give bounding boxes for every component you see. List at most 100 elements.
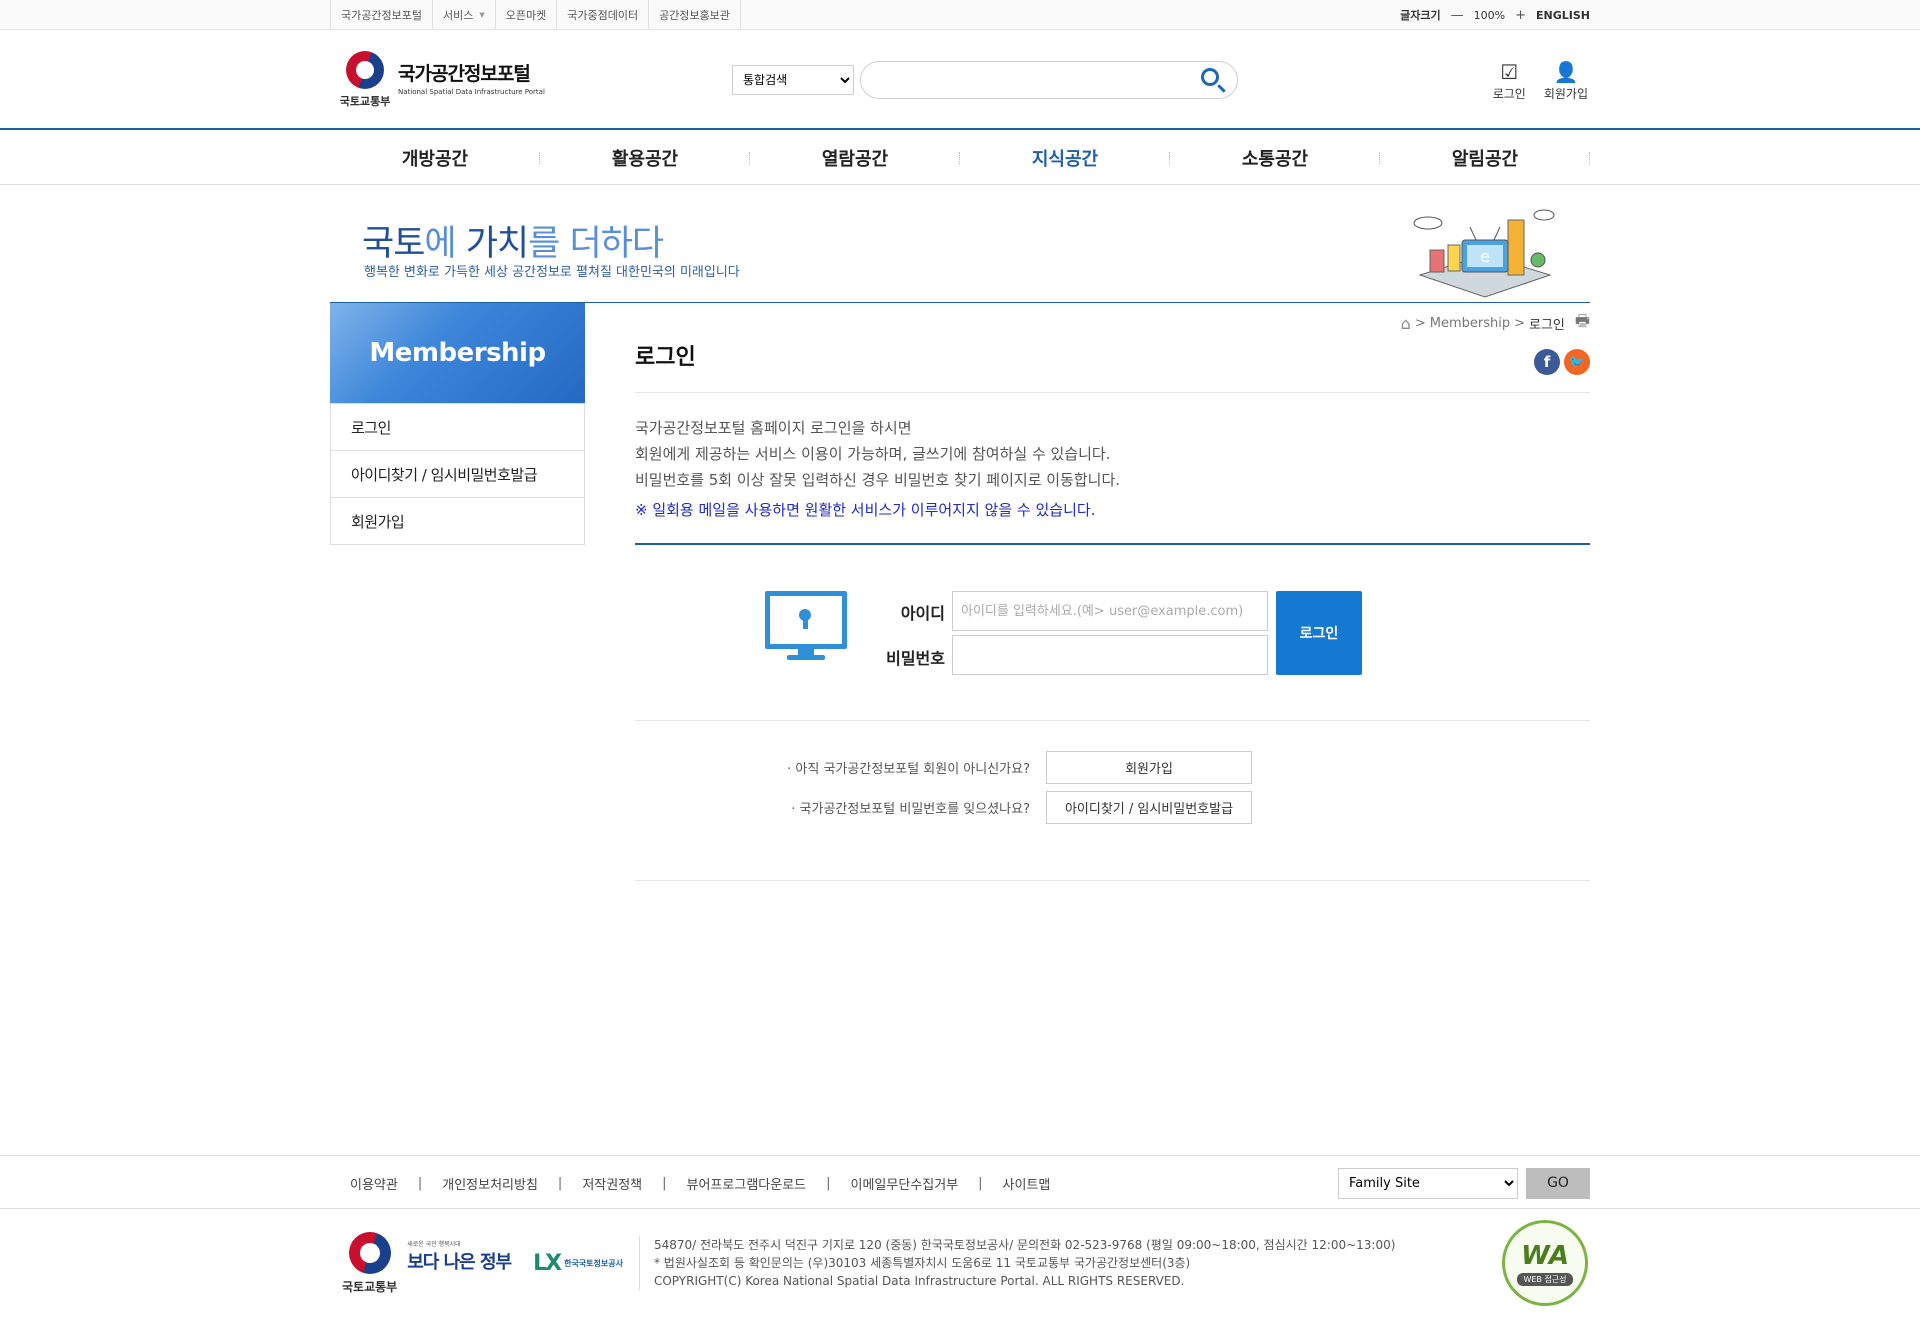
banner-subtitle: 행복한 변화로 가득한 세상 공간정보로 펼쳐질 대한민국의 미래입니다 [364, 265, 740, 280]
taegeuk-icon [346, 51, 384, 89]
side-nav-list: 로그인 아이디찾기 / 임시비밀번호발급 회원가입 [330, 403, 585, 545]
join-link[interactable]: 👤 회원가입 [1544, 59, 1588, 102]
nav-notice-space[interactable]: 알림공간 [1380, 130, 1590, 185]
login-link-label: 로그인 [1492, 86, 1526, 101]
contents: Membership 로그인 아이디찾기 / 임시비밀번호발급 회원가입 ⌂ >… [0, 303, 1920, 881]
share-buttons: f 🐦 [1534, 349, 1590, 375]
header-actions: ☑ 로그인 👤 회원가입 [1493, 59, 1588, 102]
disposable-mail-warning: ※ 일회용 메일을 사용하면 원활한 서비스가 이루어지지 않을 수 있습니다. [635, 501, 1096, 519]
login-form: 아이디 비밀번호 로그인 [635, 545, 1590, 721]
nav-use-space[interactable]: 활용공간 [540, 130, 750, 185]
facebook-icon[interactable]: f [1534, 349, 1560, 375]
search-input[interactable] [875, 62, 1195, 98]
breadcrumb: ⌂ > Membership > 로그인 🖶 [635, 309, 1590, 337]
util-link-service[interactable]: 서비스 ▼ [431, 0, 495, 30]
breadcrumb-current: 로그인 [1529, 317, 1565, 333]
find-account-button[interactable]: 아이디찾기 / 임시비밀번호발급 [1046, 791, 1252, 824]
page-title: 로그인 [635, 345, 696, 370]
footer-link-privacy[interactable]: 개인정보처리방침 [442, 1174, 538, 1193]
search-icon[interactable] [1201, 68, 1227, 94]
visual-banner: 국토에 가치를 더하다 행복한 변화로 가득한 세상 공간정보로 펼쳐질 대한민… [0, 185, 1920, 303]
footer-link-email-policy[interactable]: 이메일무단수집거부 [851, 1174, 959, 1193]
footer-links: 이용약관 | 개인정보처리방침 | 저작권정책 | 뷰어프로그램다운로드 | 이… [350, 1174, 1051, 1193]
main-content: ⌂ > Membership > 로그인 🖶 로그인 f 🐦 국가공간정보포털 … [635, 303, 1590, 881]
font-size-control: 글자크기 — 100% + ENGLISH [1400, 7, 1590, 23]
nav-community-space[interactable]: 소통공간 [1170, 130, 1380, 185]
breadcrumb-sep: > [1414, 315, 1426, 331]
footer-ministry-logo: 국토교통부 [342, 1231, 397, 1295]
side-nav-item-login[interactable]: 로그인 [331, 403, 584, 450]
font-size-decrease-button[interactable]: — [1451, 8, 1464, 23]
login-button[interactable]: 로그인 [1276, 591, 1362, 675]
breadcrumb-sep: > [1514, 315, 1525, 331]
city-illustration-icon: e [1413, 209, 1555, 298]
family-site: Family Site GO [1338, 1167, 1590, 1199]
checkbox-icon: ☑ [1500, 59, 1519, 84]
web-accessibility-mark: WA WEB 접근성 [1502, 1220, 1588, 1306]
footer: 이용약관 | 개인정보처리방침 | 저작권정책 | 뷰어프로그램다운로드 | 이… [0, 1155, 1920, 1317]
footer-links-bar: 이용약관 | 개인정보처리방침 | 저작권정책 | 뷰어프로그램다운로드 | 이… [0, 1155, 1920, 1209]
intro-line: 회원에게 제공하는 서비스 이용이 가능하며, 글쓰기에 참여하실 수 있습니다… [635, 445, 1111, 463]
home-icon[interactable]: ⌂ [1401, 314, 1411, 333]
login-intro: 국가공간정보포털 홈페이지 로그인을 하시면 회원에게 제공하는 서비스 이용이… [635, 393, 1590, 545]
find-help-row: · 국가공간정보포털 비밀번호를 잊으셨나요? 아이디찾기 / 임시비밀번호발급 [760, 791, 1252, 824]
english-link[interactable]: ENGLISH [1536, 9, 1590, 22]
site-subtitle: National Spatial Data Infrastructure Por… [398, 88, 545, 96]
twitter-icon[interactable]: 🐦 [1564, 349, 1590, 375]
util-link-pr[interactable]: 공간정보홍보관 [648, 0, 741, 30]
footer-info: 국토교통부 새로운 국민 행복시대 보다 나은 정부 LX 한국국토정보공사 5… [0, 1209, 1920, 1317]
join-link-label: 회원가입 [1543, 86, 1588, 101]
footer-link-copyright[interactable]: 저작권정책 [582, 1174, 642, 1193]
main-navigation: 개방공간 활용공간 열람공간 지식공간 소통공간 알림공간 [0, 130, 1920, 185]
font-size-label: 글자크기 [1400, 9, 1441, 22]
search-scope-select[interactable]: 통합검색 [732, 65, 854, 95]
side-nav-item-find-account[interactable]: 아이디찾기 / 임시비밀번호발급 [331, 450, 584, 497]
join-help-row: · 아직 국가공간정보포털 회원이 아니신가요? 회원가입 [760, 751, 1252, 784]
family-site-go-button[interactable]: GO [1526, 1167, 1590, 1199]
user-icon: 👤 [1553, 59, 1579, 84]
util-link-service-label: 서비스 [442, 9, 474, 22]
footer-link-sitemap[interactable]: 사이트맵 [1003, 1174, 1051, 1193]
breadcrumb-section[interactable]: Membership [1430, 316, 1510, 331]
id-label: 아이디 [900, 604, 945, 623]
join-question: · 아직 국가공간정보포털 회원이 아니신가요? [787, 762, 1030, 777]
site-title-block: 국가공간정보포털 National Spatial Data Infrastru… [398, 59, 545, 96]
side-nav-item-join[interactable]: 회원가입 [331, 497, 584, 544]
font-size-increase-button[interactable]: + [1515, 8, 1526, 23]
search-box [860, 61, 1238, 99]
ministry-logo: 국토교통부 [339, 51, 391, 109]
account-help: · 아직 국가공간정보포털 회원이 아니신가요? 회원가입 · 국가공간정보포털… [635, 721, 1590, 881]
font-size-value: 100% [1473, 8, 1506, 22]
page-header: 로그인 f 🐦 [635, 337, 1590, 393]
footer-link-viewer[interactable]: 뷰어프로그램다운로드 [687, 1174, 807, 1193]
password-label: 비밀번호 [886, 649, 945, 668]
footer-link-terms[interactable]: 이용약관 [350, 1174, 398, 1193]
login-link[interactable]: ☑ 로그인 [1493, 59, 1526, 102]
lx-logo: LX 한국국토정보공사 [533, 1250, 623, 1276]
nav-knowledge-space[interactable]: 지식공간 [960, 130, 1170, 185]
svg-text:e: e [1480, 247, 1490, 266]
banner-slogan: 국토에 가치를 더하다 [362, 224, 664, 264]
side-navigation: Membership 로그인 아이디찾기 / 임시비밀번호발급 회원가입 [330, 303, 585, 881]
site-logo[interactable]: 국토교통부 국가공간정보포털 National Spatial Data Inf… [339, 51, 732, 109]
ministry-name: 국토교통부 [339, 95, 391, 108]
taegeuk-icon [348, 1231, 391, 1274]
find-question: · 국가공간정보포털 비밀번호를 잊으셨나요? [791, 802, 1030, 817]
site-title: 국가공간정보포털 [398, 63, 531, 85]
util-link-keydata[interactable]: 국가중점데이터 [556, 0, 648, 30]
nav-open-space[interactable]: 개방공간 [330, 130, 540, 185]
print-icon[interactable]: 🖶 [1575, 310, 1590, 337]
join-button[interactable]: 회원가입 [1046, 751, 1252, 784]
search-bar: 통합검색 [732, 61, 1238, 99]
nav-view-space[interactable]: 열람공간 [750, 130, 960, 185]
util-link-portal[interactable]: 국가공간정보포털 [330, 0, 432, 30]
id-input[interactable] [952, 591, 1268, 631]
family-site-select[interactable]: Family Site [1338, 1167, 1518, 1199]
side-nav-title: Membership [330, 303, 585, 403]
utility-links: 국가공간정보포털 서비스 ▼ 오픈마켓 국가중점데이터 공간정보홍보관 [330, 0, 741, 30]
chevron-down-icon: ▼ [479, 11, 485, 19]
password-input[interactable] [952, 635, 1268, 675]
intro-line: 비밀번호를 5회 이상 잘못 입력하신 경우 비밀번호 찾기 페이지로 이동합니… [635, 471, 1121, 489]
monitor-lock-icon [765, 591, 847, 663]
util-link-openmarket[interactable]: 오픈마켓 [494, 0, 556, 30]
